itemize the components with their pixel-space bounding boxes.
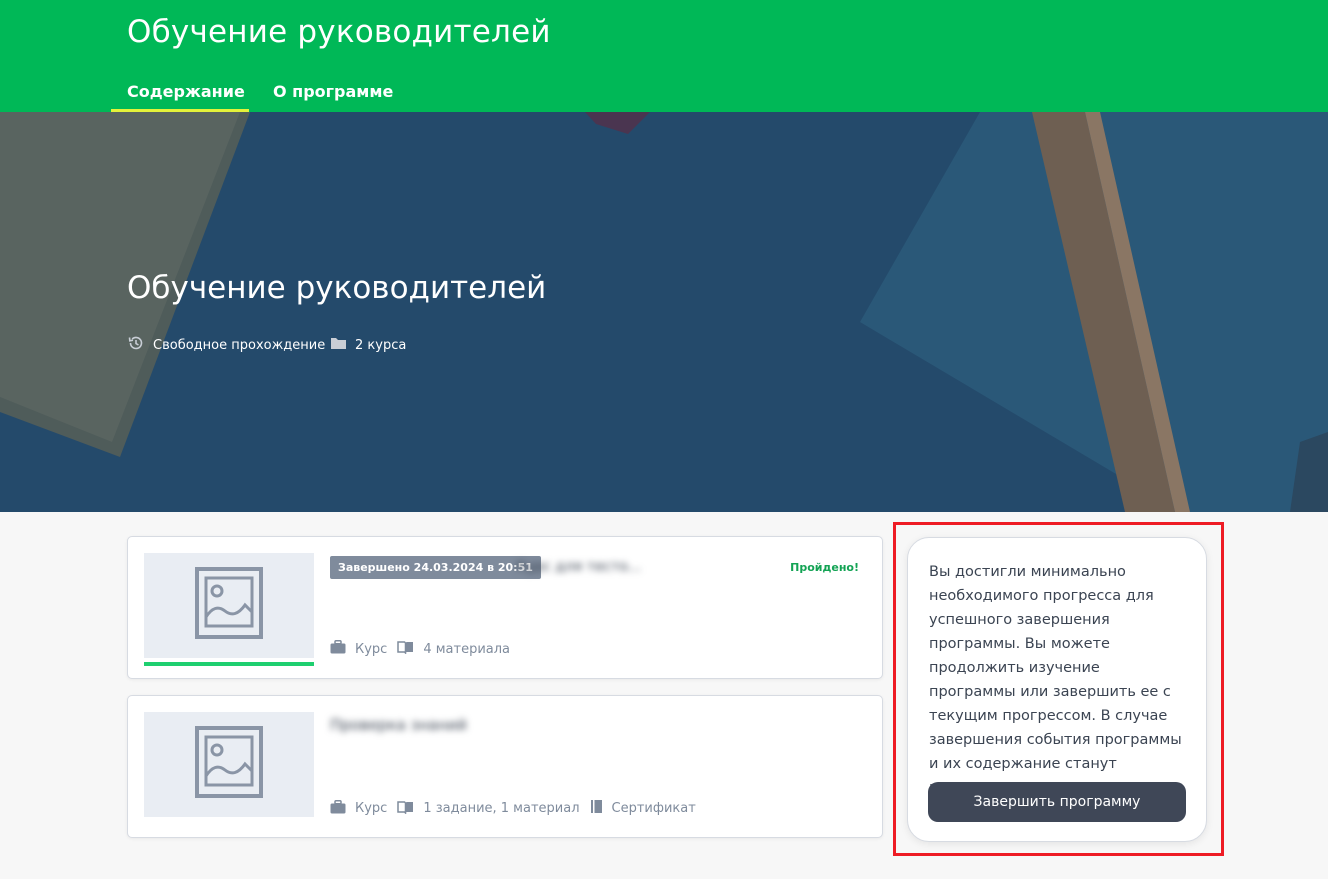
certificate-label: Сертификат [611, 801, 696, 816]
image-placeholder-icon [195, 567, 263, 644]
course-thumbnail [144, 712, 314, 817]
materials-count-label: 4 материала [423, 641, 511, 657]
image-placeholder-icon [195, 726, 263, 803]
hero-banner: Обучение руководителей Свободное прохожд… [0, 112, 1328, 512]
hero-background-image [0, 112, 1328, 512]
hero-meta-count-label: 2 курса [355, 337, 407, 353]
completion-info-panel: Вы достигли минимально необходимого прог… [907, 537, 1207, 842]
course-card[interactable]: Проверка знаний Курс 1 задание, 1 матери… [127, 695, 883, 838]
status-passed: Пройдено! [790, 561, 859, 574]
tab-about-program[interactable]: О программе [257, 70, 409, 112]
top-header: Обучение руководителей Содержание О прог… [0, 0, 1328, 112]
course-type-label: Курс [355, 801, 388, 816]
hero-meta-mode: Свободное прохождение [127, 336, 325, 354]
book-icon [397, 640, 414, 658]
course-meta: Курс 1 задание, 1 материал Сертификат [330, 799, 706, 818]
certificate-icon [590, 799, 603, 818]
course-title[interactable]: Проверка знаний [330, 716, 467, 734]
hero-title: Обучение руководителей [127, 270, 547, 306]
book-icon [397, 800, 414, 818]
materials-count-label: 1 задание, 1 материал [423, 801, 580, 816]
course-meta: Курс 4 материала [330, 640, 520, 658]
hero-meta-mode-label: Свободное прохождение [153, 337, 326, 353]
course-title[interactable]: Курс для тесто... [516, 559, 641, 575]
completed-badge: Завершено 24.03.2024 в 20:51 [330, 556, 541, 579]
finish-program-button[interactable]: Завершить программу [928, 782, 1186, 822]
briefcase-icon [330, 640, 346, 658]
course-thumbnail [144, 553, 314, 658]
hero-meta-count: 2 курса [330, 336, 406, 354]
briefcase-icon [330, 799, 346, 818]
tab-contents[interactable]: Содержание [111, 70, 249, 112]
completion-info-text: Вы достигли минимально необходимого прог… [929, 564, 1182, 796]
program-title: Обучение руководителей [127, 14, 551, 50]
course-card[interactable]: Завершено 24.03.2024 в 20:51 Курс для те… [127, 536, 883, 679]
course-type-label: Курс [355, 641, 388, 657]
history-icon [127, 334, 145, 356]
folder-icon [330, 336, 347, 354]
course-progress-bar [144, 662, 314, 666]
